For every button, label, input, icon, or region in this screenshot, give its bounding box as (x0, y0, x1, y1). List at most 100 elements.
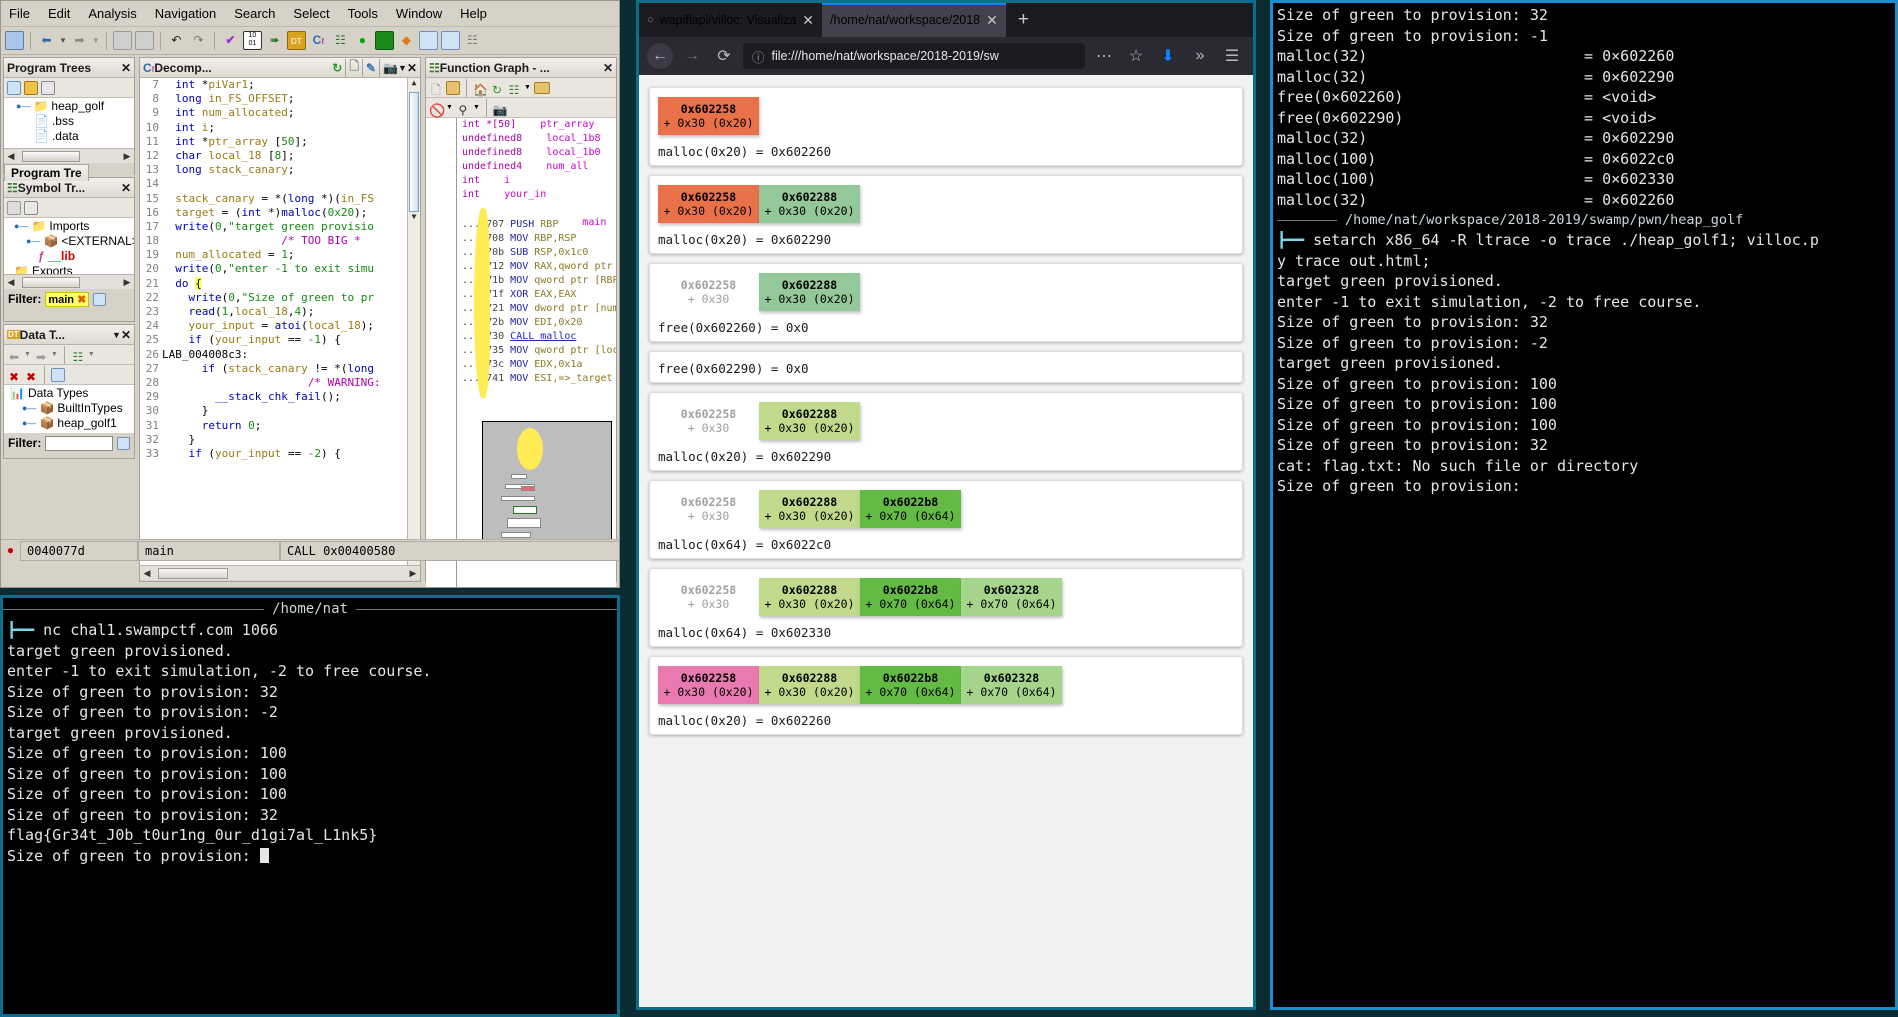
code-line[interactable]: return 0; (162, 419, 407, 433)
terminal-right-trace-output[interactable]: Size of green to provision: 32 Size of gr… (1273, 3, 1895, 212)
refresh-icon[interactable]: ↻ (332, 61, 342, 75)
browser-tab-1[interactable]: /home/nat/workspace/2018 ✕ (822, 3, 1006, 37)
villoc-row[interactable]: 0x602258 + 0x30 0x602288 + 0x30 (0x20) 0x602… (649, 480, 1243, 559)
function-graph-asm-line[interactable]: ...0708 MOV RBP,RSP (426, 232, 616, 246)
function-graph-asm-line[interactable]: ...070b SUB RSP,0x1c0 (426, 246, 616, 260)
decompiler-code[interactable]: 7 8 9 10 11 12 13 14 15 16 17 18 19 20 21 22 23 24 25 26 27 2… (140, 78, 420, 565)
code-line[interactable]: LAB_004008c3: (162, 348, 407, 362)
villoc-block[interactable]: 0x602288 + 0x30 (0x20) (759, 273, 860, 311)
edit-icon[interactable] (7, 200, 21, 215)
back-arrow-icon[interactable]: ⬅ (7, 348, 21, 364)
layout-dropdown-icon[interactable]: ▼ (524, 84, 531, 91)
forward-arrow-icon[interactable]: → (679, 43, 705, 69)
tree-node[interactable]: ●— 📦 heap_golf1 (4, 415, 134, 430)
satellite-view[interactable] (482, 421, 612, 545)
asm-operand[interactable]: qword ptr [RBP (534, 275, 616, 286)
menu-analysis[interactable]: Analysis (88, 6, 136, 21)
program-trees-tree[interactable]: ●— 📁 heap_golf 📄 .bss 📄 .data (4, 98, 134, 148)
villoc-block[interactable]: 0x602328 + 0x70 (0x64) (961, 666, 1062, 704)
tree-node[interactable]: ●— 📁 Imports (4, 218, 134, 233)
no-entry-dropdown-icon[interactable]: ▼ (446, 104, 453, 111)
table-icon[interactable] (440, 31, 460, 50)
scroll-right-icon[interactable]: ▶ (120, 277, 134, 288)
graph-dropdown-icon[interactable]: ▼ (88, 351, 95, 358)
datatype-icon[interactable]: DT (286, 31, 306, 50)
code-line[interactable]: /* TOO BIG * (162, 234, 407, 248)
copy-icon[interactable]: 🗋 (429, 81, 443, 97)
asm-operand[interactable]: EAX,EAX (534, 289, 576, 300)
meatball-menu-icon[interactable]: ⋯ (1091, 43, 1117, 69)
code-line[interactable]: } (162, 404, 407, 418)
hamburger-menu-icon[interactable]: ☰ (1219, 43, 1245, 69)
tab-program-trees[interactable]: Program Tre (4, 164, 89, 181)
paste-icon[interactable] (24, 200, 38, 215)
terminal-right[interactable]: Size of green to provision: 32 Size of gr… (1270, 0, 1898, 1010)
new-tab-button[interactable]: + (1006, 3, 1041, 37)
asm-operand[interactable]: RBP (540, 219, 558, 230)
close-icon[interactable]: ✕ (802, 12, 814, 29)
back-arrow-icon[interactable]: ⬅ (37, 31, 56, 50)
back-dropdown-icon[interactable]: ▼ (59, 36, 67, 45)
code-line[interactable]: int i; (162, 121, 407, 135)
close-icon[interactable]: ✕ (986, 12, 998, 29)
villoc-block[interactable]: 0x602288 + 0x30 (0x20) (759, 402, 860, 440)
undo-icon[interactable]: ↶ (167, 31, 186, 50)
tree-node[interactable]: 📄 .bss (4, 113, 134, 128)
function-graph-assembly[interactable]: ...0707 PUSH RBP...0708 MOV RBP,RSP...07… (426, 218, 616, 386)
villoc-block[interactable]: 0x602258 + 0x30 (658, 578, 759, 616)
villoc-row[interactable]: 0x602258 + 0x30 (0x20) malloc(0x20) = 0x60… (649, 87, 1243, 166)
dropdown-icon[interactable]: ▼ (398, 63, 407, 73)
bytes-icon[interactable]: 10 01 (242, 31, 262, 50)
home-icon[interactable]: 🏠 (473, 81, 488, 97)
scroll-down-icon[interactable]: ▼ (412, 212, 417, 224)
symbol-tree-tree[interactable]: ●— 📁 Imports ●— 📦 <EXTERNAL> ƒ __lib 📁 E… (4, 218, 134, 274)
horizontal-scrollbar[interactable]: ◀ ▶ (4, 274, 134, 289)
filter-input[interactable] (45, 435, 113, 451)
vertical-scrollbar[interactable]: ▲ ▼ (407, 78, 420, 565)
tree-node[interactable]: 📄 .data (4, 128, 134, 143)
function-graph-asm-line[interactable]: ...071f XOR EAX,EAX (426, 288, 616, 302)
camera-icon[interactable]: 📷 (493, 101, 508, 117)
code-line[interactable]: long stack_canary; (162, 163, 407, 177)
paste-icon[interactable] (446, 80, 460, 95)
function-graph-canvas[interactable]: int *[50] ptr_array undefined8 local_1b8 u… (426, 118, 616, 587)
function-graph-asm-line[interactable]: ...071b MOV qword ptr [RBP (426, 274, 616, 288)
terminal-right-session-output[interactable]: ┣━━ setarch x86_64 -R ltrace -o trace ./… (1273, 228, 1895, 499)
function-graph-asm-line[interactable]: ...0741 MOV ESI,=>_target (426, 372, 616, 386)
code-line[interactable]: read(1,local_18,4); (162, 305, 407, 319)
villoc-block[interactable]: 0x602258 + 0x30 (658, 273, 759, 311)
menu-help[interactable]: Help (460, 6, 487, 21)
code-line[interactable]: } (162, 433, 407, 447)
code-line[interactable]: num_allocated = 1; (162, 248, 407, 262)
villoc-block[interactable]: 0x602258 + 0x30 (658, 490, 759, 528)
villoc-visualization[interactable]: 0x602258 + 0x30 (0x20) malloc(0x20) = 0x60… (639, 75, 1253, 1007)
scroll-left-icon[interactable]: ◀ (4, 277, 18, 288)
function-graph-asm-line[interactable]: ...073c MOV EDX,0x1a (426, 358, 616, 372)
info-icon[interactable]: ⓘ (752, 47, 765, 66)
menu-tools[interactable]: Tools (348, 6, 378, 21)
forward-arrow-icon[interactable]: ➡ (34, 348, 48, 364)
satellite-dropdown-icon[interactable]: ▼ (473, 104, 480, 111)
villoc-block[interactable]: 0x6022b8 + 0x70 (0x64) (860, 666, 961, 704)
clear-filter-icon[interactable]: ✖ (77, 294, 86, 306)
snapshot-next-icon[interactable] (134, 31, 154, 50)
function-graph-asm-line[interactable]: ...0721 MOV dword ptr [num (426, 302, 616, 316)
listing-icon[interactable] (418, 31, 438, 50)
expand-handle-icon[interactable]: ●— (22, 418, 36, 428)
reload-icon[interactable]: ⟳ (711, 43, 737, 69)
close-icon[interactable]: ✕ (121, 61, 131, 75)
villoc-block[interactable]: 0x6022b8 + 0x70 (0x64) (860, 490, 961, 528)
asm-operand[interactable]: EDX,0x1a (534, 359, 582, 370)
villoc-block[interactable]: 0x602258 + 0x30 (0x20) (658, 666, 759, 704)
close-icon[interactable]: ✕ (121, 328, 131, 342)
asm-operand[interactable]: dword ptr [num (534, 303, 616, 314)
asm-operand[interactable]: RAX,qword ptr (534, 261, 616, 272)
data-types-tree[interactable]: 📊 Data Types ●— 📦 BuiltInTypes ●— 📦 heap… (4, 385, 134, 433)
function-graph-asm-line[interactable]: ...0735 MOV qword ptr [loc (426, 344, 616, 358)
terminal-left[interactable]: /home/nat ┣━━ nc chal1.swampctf.com 1066… (0, 595, 620, 1017)
collapse-icon[interactable] (51, 367, 65, 382)
export-icon[interactable]: ➠ (265, 31, 284, 50)
scroll-right-icon[interactable]: ▶ (120, 151, 134, 162)
code-line[interactable]: write(0,"enter -1 to exit simu (162, 262, 407, 276)
check-icon[interactable]: ✔ (221, 31, 240, 50)
